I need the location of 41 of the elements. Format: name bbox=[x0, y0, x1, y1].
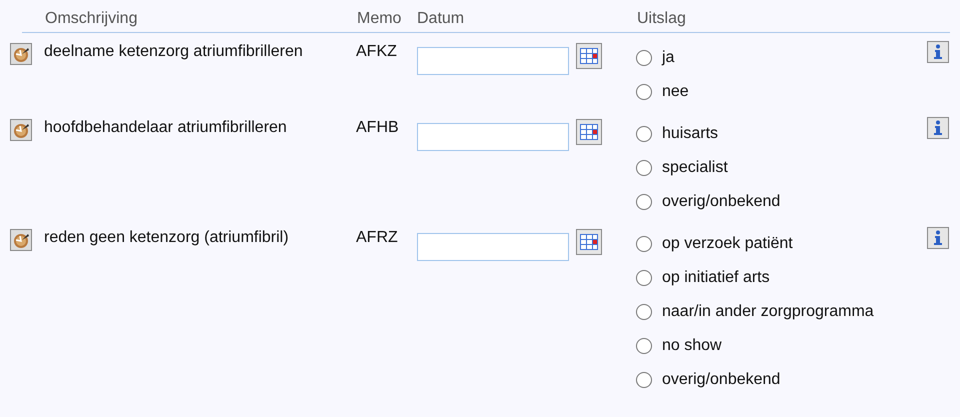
radio-option[interactable]: op initiatief arts bbox=[636, 261, 926, 295]
info-icon bbox=[932, 230, 944, 246]
description-text: hoofdbehandelaar atriumfibrilleren bbox=[44, 118, 288, 138]
dial-button[interactable] bbox=[10, 43, 32, 65]
calendar-button[interactable] bbox=[576, 43, 602, 69]
dial-icon bbox=[12, 121, 30, 139]
radio-option[interactable]: nee bbox=[636, 75, 926, 109]
radio-option[interactable]: specialist bbox=[636, 151, 926, 185]
radio-option[interactable]: overig/onbekend bbox=[636, 363, 926, 397]
radio-option[interactable]: naar/in ander zorgprogramma bbox=[636, 295, 926, 329]
date-field[interactable] bbox=[417, 233, 569, 261]
column-header: Datum bbox=[417, 10, 466, 28]
calendar-icon bbox=[580, 48, 598, 64]
info-button[interactable] bbox=[927, 227, 949, 249]
dial-button[interactable] bbox=[10, 229, 32, 251]
radio-option[interactable]: op verzoek patiënt bbox=[636, 227, 926, 261]
description-text: reden geen ketenzorg (atriumfibril) bbox=[44, 228, 290, 248]
calendar-button[interactable] bbox=[576, 229, 602, 255]
calendar-icon bbox=[580, 234, 598, 250]
column-header: Memo bbox=[357, 10, 402, 28]
memo-code: AFHB bbox=[356, 118, 400, 138]
info-icon bbox=[932, 44, 944, 60]
dial-icon bbox=[12, 231, 30, 249]
info-button[interactable] bbox=[927, 41, 949, 63]
dial-icon bbox=[12, 45, 30, 63]
calendar-icon bbox=[580, 124, 598, 140]
column-header: Omschrijving bbox=[44, 10, 138, 28]
dial-button[interactable] bbox=[10, 119, 32, 141]
description-text: deelname ketenzorg atriumfibrilleren bbox=[44, 42, 304, 62]
date-field[interactable] bbox=[417, 123, 569, 151]
radio-option[interactable]: overig/onbekend bbox=[636, 185, 926, 219]
memo-code: AFRZ bbox=[356, 228, 399, 248]
radio-option[interactable]: huisarts bbox=[636, 117, 926, 151]
memo-code: AFKZ bbox=[356, 42, 398, 62]
info-icon bbox=[932, 120, 944, 136]
info-button[interactable] bbox=[927, 117, 949, 139]
calendar-button[interactable] bbox=[576, 119, 602, 145]
radio-option[interactable]: no show bbox=[636, 329, 926, 363]
date-field[interactable] bbox=[417, 47, 569, 75]
radio-option[interactable]: ja bbox=[636, 41, 926, 75]
column-header: Uitslag bbox=[637, 10, 686, 28]
